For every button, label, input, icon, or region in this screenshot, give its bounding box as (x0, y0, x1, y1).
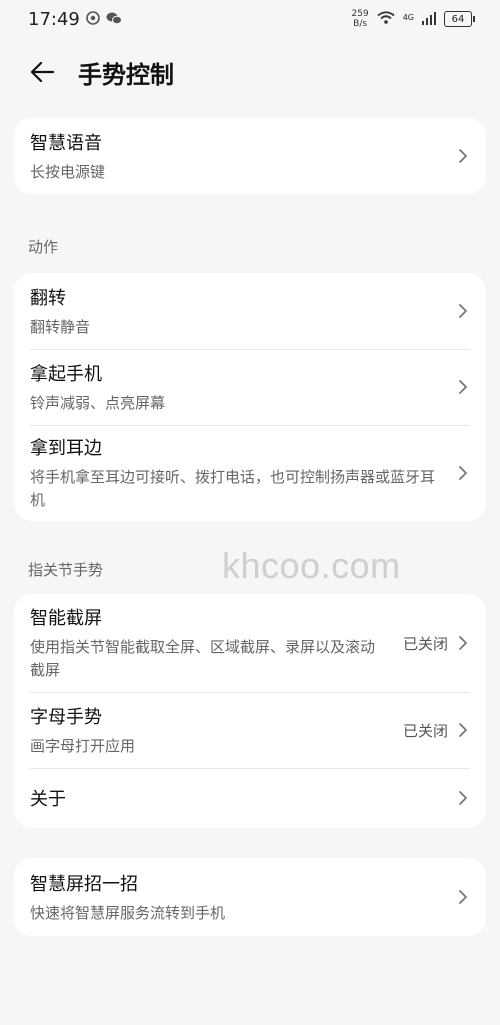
status-bar: 17:49 259 B/s 4G 64 (0, 0, 500, 38)
setting-row-smart-screenshot[interactable]: 智能截屏 使用指关节智能截取全屏、区域截屏、录屏以及滚动截屏 已关闭 (14, 594, 486, 692)
row-subtitle: 快速将智慧屏服务流转到手机 (30, 903, 226, 922)
row-title: 字母手势 (30, 706, 102, 728)
setting-row-smart-screen[interactable]: 智慧屏招一招 快速将智慧屏服务流转到手机 (14, 858, 486, 936)
chevron-right-icon (456, 720, 470, 740)
status-value: 已关闭 (402, 634, 448, 653)
chevron-right-icon (456, 887, 470, 907)
setting-row-flip[interactable]: 翻转 翻转静音 (14, 273, 486, 349)
status-value: 已关闭 (402, 721, 448, 740)
status-time: 17:49 (28, 8, 80, 30)
setting-row-raise-to-ear[interactable]: 拿到耳边 将手机拿至耳边可接听、拨打电话，也可控制扬声器或蓝牙耳机 (14, 425, 486, 521)
status-left: 17:49 (28, 9, 122, 30)
clock-app-icon (86, 9, 100, 30)
row-title: 智慧语音 (30, 132, 102, 154)
actions-card: 翻转 翻转静音 拿起手机 铃声减弱、点亮屏幕 拿到耳边 将手机拿至耳边可接听、拨… (14, 273, 486, 521)
back-button[interactable] (28, 58, 56, 86)
battery-icon: 64 (444, 11, 475, 27)
setting-row-about[interactable]: 关于 (14, 768, 486, 828)
network-type: 4G (402, 12, 414, 22)
page-header: 手势控制 (0, 38, 500, 106)
row-title: 拿到耳边 (30, 438, 102, 459)
row-subtitle: 翻转静音 (30, 317, 91, 336)
wechat-icon (106, 9, 122, 30)
voice-card: 智慧语音 长按电源键 (14, 118, 486, 194)
row-subtitle: 使用指关节智能截取全屏、区域截屏、录屏以及滚动截屏 (30, 638, 376, 679)
row-title: 智慧屏招一招 (30, 873, 138, 895)
row-subtitle: 长按电源键 (30, 162, 106, 181)
smart-screen-card: 智慧屏招一招 快速将智慧屏服务流转到手机 (14, 858, 486, 936)
watermark: khcoo.com (222, 545, 401, 586)
row-title: 拿起手机 (30, 363, 102, 385)
setting-row-voice[interactable]: 智慧语音 长按电源键 (14, 118, 486, 194)
chevron-right-icon (456, 463, 470, 483)
chevron-right-icon (456, 146, 470, 166)
chevron-right-icon (456, 301, 470, 321)
row-subtitle: 铃声减弱、点亮屏幕 (30, 393, 166, 412)
setting-row-letter-gesture[interactable]: 字母手势 画字母打开应用 已关闭 (14, 692, 486, 768)
knuckle-card: 智能截屏 使用指关节智能截取全屏、区域截屏、录屏以及滚动截屏 已关闭 字母手势 … (14, 594, 486, 828)
setting-row-pickup[interactable]: 拿起手机 铃声减弱、点亮屏幕 (14, 349, 486, 425)
row-subtitle: 将手机拿至耳边可接听、拨打电话，也可控制扬声器或蓝牙耳机 (30, 468, 436, 509)
chevron-right-icon (456, 788, 470, 808)
back-arrow-icon (30, 61, 54, 83)
status-right: 259 B/s 4G 64 (351, 9, 475, 30)
section-label-actions: 动作 (28, 238, 59, 256)
row-title: 关于 (30, 789, 66, 810)
row-title: 智能截屏 (30, 608, 102, 629)
wifi-icon (377, 9, 395, 30)
chevron-right-icon (456, 377, 470, 397)
chevron-right-icon (456, 633, 470, 653)
network-speed: 259 B/s (351, 9, 369, 29)
signal-icon (422, 9, 436, 30)
row-title: 翻转 (30, 287, 66, 309)
page-title: 手势控制 (78, 60, 174, 89)
row-subtitle: 画字母打开应用 (30, 736, 136, 755)
